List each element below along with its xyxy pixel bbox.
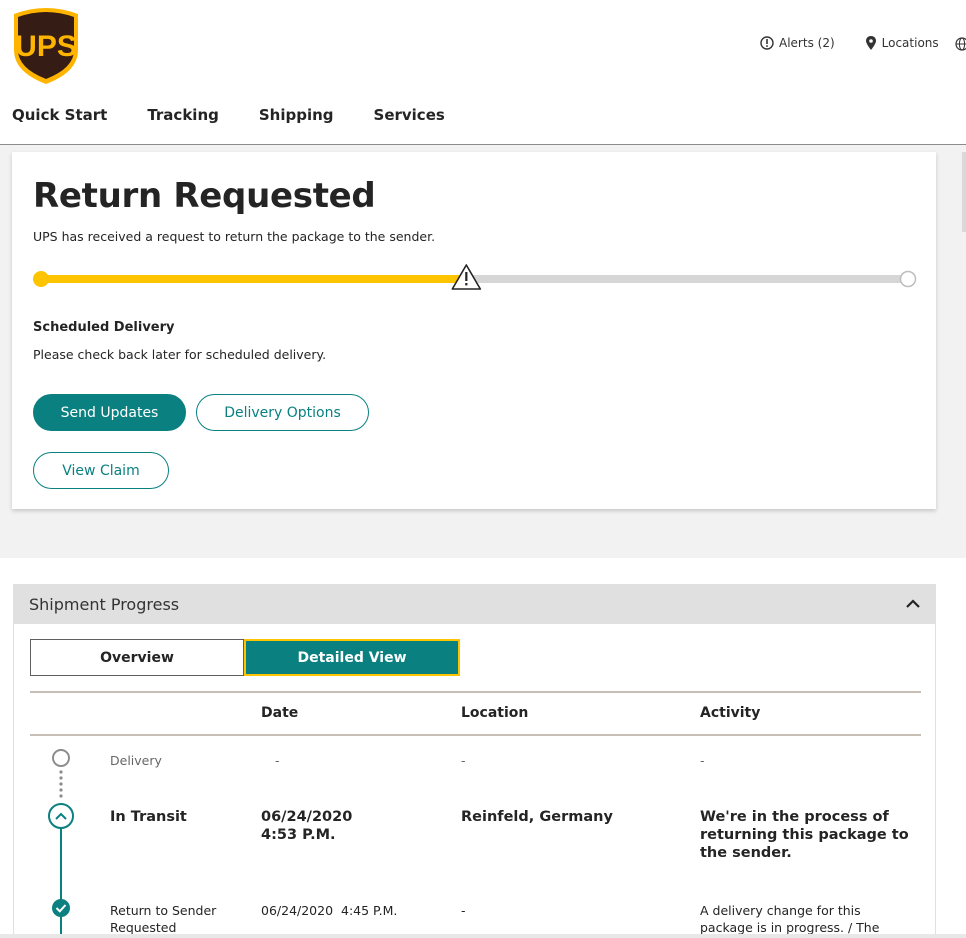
row-in-transit-activity: We're in the process of returning this p… [700, 809, 909, 861]
nav-item-shipping[interactable]: Shipping [259, 106, 334, 124]
delivery-options-button[interactable]: Delivery Options [196, 394, 369, 431]
main-nav: Quick Start Tracking Shipping Services [12, 106, 445, 124]
column-header-date: Date [261, 705, 299, 721]
row-return-date: 06/24/2020 4:45 P.M. [261, 903, 398, 918]
status-subtitle: UPS has received a request to return the… [33, 229, 436, 244]
shipment-progress-header[interactable]: Shipment Progress [14, 584, 935, 624]
view-claim-button[interactable]: View Claim [33, 452, 169, 489]
progress-timeline [48, 749, 74, 938]
row-in-transit-date-day: 06/24/2020 [261, 809, 353, 825]
column-header-location: Location [461, 705, 529, 721]
tab-detailed-view[interactable]: Detailed View [244, 639, 460, 676]
progress-end-dot [899, 270, 917, 288]
row-in-transit-status: In Transit [110, 809, 187, 825]
row-in-transit-date: 06/24/2020 4:53 P.M. [261, 808, 441, 844]
row-delivery-activity: - [700, 753, 705, 768]
globe-icon [955, 37, 966, 51]
nav-item-tracking[interactable]: Tracking [147, 106, 219, 124]
language-selector[interactable] [955, 36, 966, 55]
tracking-status-card: Return Requested UPS has received a requ… [12, 152, 936, 509]
send-updates-button[interactable]: Send Updates [33, 394, 186, 431]
shipment-progress-title: Shipment Progress [29, 594, 180, 614]
nav-item-services[interactable]: Services [374, 106, 445, 124]
row-return-location: - [461, 903, 466, 918]
chevron-up-icon[interactable] [905, 596, 921, 612]
table-top-rule [30, 691, 921, 693]
timeline-solid-connector [60, 828, 62, 938]
nav-item-quick-start[interactable]: Quick Start [12, 106, 107, 124]
ups-logo[interactable]: UPS [12, 6, 80, 84]
alerts-link[interactable]: Alerts (2) [760, 36, 835, 50]
alerts-label: Alerts (2) [779, 36, 835, 50]
row-in-transit-location: Reinfeld, Germany [461, 809, 613, 825]
row-return-activity: A delivery change for this package is in… [700, 903, 880, 935]
utility-links: Alerts (2) Locations [760, 36, 939, 50]
locations-label: Locations [881, 36, 939, 50]
tab-overview[interactable]: Overview [30, 639, 244, 676]
view-tabs: Overview Detailed View [30, 639, 460, 676]
timeline-current-node [48, 803, 74, 829]
location-pin-icon [865, 36, 876, 50]
timeline-pending-node [52, 749, 70, 767]
ups-shield-icon: UPS [14, 8, 78, 84]
locations-link[interactable]: Locations [865, 36, 939, 50]
timeline-dotted-connector [59, 770, 63, 798]
timeline-completed-node [52, 899, 70, 917]
column-header-activity: Activity [700, 705, 761, 721]
row-return-status: Return to Sender Requested [110, 903, 217, 935]
row-delivery-date: - [275, 753, 280, 768]
row-in-transit-date-time: 4:53 P.M. [261, 827, 336, 843]
scheduled-delivery-text: Please check back later for scheduled de… [33, 347, 327, 362]
page-scrollbar[interactable] [962, 152, 966, 232]
progress-start-dot [33, 271, 49, 287]
status-title: Return Requested [33, 176, 376, 216]
horizontal-scrollbar[interactable] [0, 934, 966, 938]
delivery-progress-bar [33, 264, 917, 290]
shipment-progress-panel: Shipment Progress Overview Detailed View… [13, 584, 936, 938]
row-delivery-location: - [461, 753, 466, 768]
alert-circle-icon [760, 36, 774, 50]
progress-fill [41, 275, 467, 283]
row-delivery-status: Delivery [110, 753, 162, 768]
scheduled-delivery-heading: Scheduled Delivery [33, 320, 175, 335]
logo-wordmark: UPS [15, 30, 77, 63]
table-header-rule [30, 734, 921, 736]
